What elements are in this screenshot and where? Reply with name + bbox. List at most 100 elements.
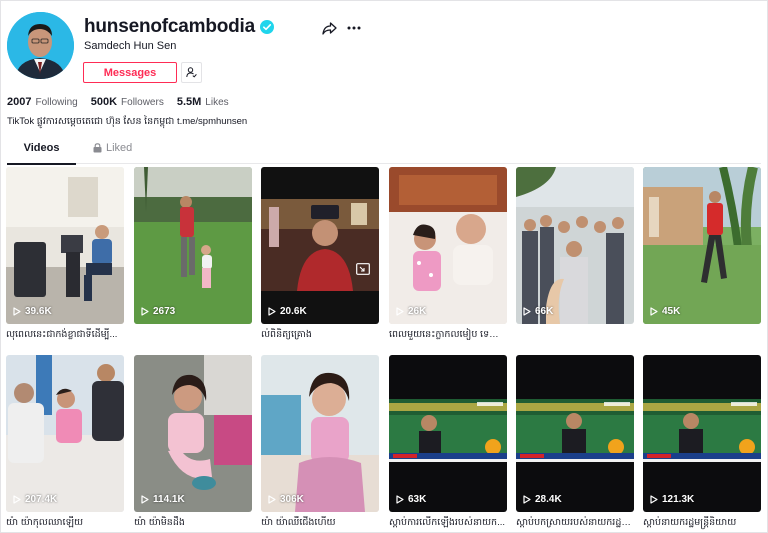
view-count: 39.6K [13, 306, 52, 317]
following-count: 2007 [7, 96, 32, 108]
video-caption[interactable]: ពេលមួយនេះក្លាកលមៀប ទេស ពិតុ... [389, 328, 507, 342]
view-count: 63K [396, 494, 426, 505]
video-caption[interactable]: យ៉ា យ៉ាកុលឈាឡើយ [6, 516, 124, 530]
share-icon[interactable] [322, 21, 337, 36]
video-thumbnail-image [134, 167, 252, 324]
video-card[interactable]: 207.4K យ៉ា យ៉ាកុលឈាឡើយ [6, 355, 124, 530]
video-thumbnail[interactable]: 2673 [134, 167, 252, 324]
view-count: 28.4K [523, 494, 562, 505]
play-icon [650, 495, 658, 504]
video-caption[interactable]: ល់ពិនិត្យគ្រោង [261, 328, 379, 342]
video-thumbnail[interactable]: 26K [389, 167, 507, 324]
view-count-value: 114.1K [153, 494, 185, 505]
video-thumbnail-image [389, 167, 507, 324]
play-icon [396, 307, 404, 316]
video-caption[interactable]: យ៉ា យ៉ាឈឺជើងហើយ [261, 516, 379, 530]
video-card[interactable]: 20.6K ល់ពិនិត្យគ្រោង [261, 167, 379, 342]
video-thumbnail-image [6, 355, 124, 512]
view-count-value: 39.6K [25, 306, 52, 317]
video-card[interactable]: 28.4K ស្តាប់បកស្រាយរបស់នាយករដ្ឋម... [516, 355, 634, 530]
followers-stat[interactable]: 500K Followers [91, 96, 164, 108]
play-icon [141, 495, 149, 504]
view-count-value: 207.4K [25, 494, 58, 505]
video-thumbnail[interactable]: 121.3K [643, 355, 761, 512]
following-stat[interactable]: 2007 Following [7, 96, 78, 108]
username-row: hunsenofcambodia [84, 16, 274, 38]
tab-liked[interactable]: Liked [93, 142, 132, 164]
view-count: 20.6K [268, 306, 307, 317]
video-caption[interactable]: យ៉ា យ៉ាមិនដឹង [134, 516, 252, 530]
video-thumbnail[interactable]: 63K [389, 355, 507, 512]
video-thumbnail[interactable]: 114.1K [134, 355, 252, 512]
view-count: 207.4K [13, 494, 57, 505]
video-thumbnail[interactable]: 20.6K [261, 167, 379, 324]
video-thumbnail[interactable]: 66K [516, 167, 634, 324]
video-card[interactable]: 2673 [134, 167, 252, 328]
more-options-icon[interactable] [346, 20, 362, 36]
view-count-value: 2673 [153, 306, 176, 317]
view-count-value: 63K [408, 494, 427, 505]
tab-videos-label: Videos [23, 142, 60, 154]
view-count: 306K [268, 494, 304, 505]
video-thumbnail-image [261, 355, 379, 512]
video-thumbnail-image [516, 355, 634, 512]
video-card[interactable]: 45K [643, 167, 761, 328]
username: hunsenofcambodia [84, 16, 255, 37]
bio: TikTok ផ្លូវការសម្តេចតេជោ ហ៊ុន សែន នៃកម្… [7, 116, 248, 127]
video-thumbnail[interactable]: 306K [261, 355, 379, 512]
play-icon [13, 495, 21, 504]
video-card[interactable]: 63K ស្តាប់ការលើកឡើងរបស់នាយក... [389, 355, 507, 530]
view-count: 121.3K [650, 494, 694, 505]
profile-stats: 2007 Following 500K Followers 5.5M Likes [7, 96, 242, 108]
verified-badge-icon [259, 20, 274, 34]
play-icon [13, 307, 21, 316]
play-icon [141, 307, 149, 316]
likes-stat: 5.5M Likes [177, 96, 229, 108]
view-count: 26K [396, 306, 426, 317]
display-name: Samdech Hun Sen [84, 40, 177, 52]
view-count-value: 28.4K [535, 494, 562, 505]
lock-icon [93, 143, 102, 153]
play-icon [268, 307, 276, 316]
video-thumbnail[interactable]: 45K [643, 167, 761, 324]
view-count-value: 121.3K [662, 494, 695, 505]
video-thumbnail-image [643, 355, 761, 512]
view-count: 2673 [141, 306, 175, 317]
video-caption[interactable]: ស្តាប់នាយករដ្ឋមន្ត្រីនិយាយ [643, 516, 761, 530]
video-thumbnail-image [389, 355, 507, 512]
video-caption[interactable]: ស្តាប់ការលើកឡើងរបស់នាយក... [389, 516, 507, 530]
video-thumbnail-image [134, 355, 252, 512]
video-card[interactable]: 121.3K ស្តាប់នាយករដ្ឋមន្ត្រីនិយាយ [643, 355, 761, 530]
view-count: 45K [650, 306, 680, 317]
tab-liked-label: Liked [106, 142, 133, 154]
video-card[interactable]: 26K ពេលមួយនេះក្លាកលមៀប ទេស ពិតុ... [389, 167, 507, 342]
picture-in-picture-icon [356, 263, 370, 275]
video-thumbnail-image [6, 167, 124, 324]
avatar[interactable] [7, 12, 74, 79]
tab-videos[interactable]: Videos [7, 142, 76, 165]
view-count-value: 66K [535, 306, 554, 317]
video-card[interactable]: 306K យ៉ា យ៉ាឈឺជើងហើយ [261, 355, 379, 530]
unfollow-button[interactable] [181, 62, 202, 83]
video-caption[interactable]: ស្តាប់បកស្រាយរបស់នាយករដ្ឋម... [516, 516, 634, 530]
likes-count: 5.5M [176, 96, 202, 108]
user-check-icon [186, 67, 197, 78]
video-thumbnail-image [643, 167, 761, 324]
followers-label: Followers [121, 97, 164, 108]
view-count-value: 45K [662, 306, 681, 317]
messages-button[interactable]: Messages [83, 62, 177, 83]
video-thumbnail[interactable]: 207.4K [6, 355, 124, 512]
play-icon [396, 495, 404, 504]
view-count: 66K [523, 306, 553, 317]
avatar-image [7, 12, 74, 79]
view-count-value: 20.6K [280, 306, 307, 317]
video-thumbnail[interactable]: 28.4K [516, 355, 634, 512]
video-card[interactable]: 66K [516, 167, 634, 328]
video-caption[interactable]: លុពេលនេះជាកង់ខ្លាជាទីដើម្បី... [6, 328, 124, 342]
play-icon [523, 307, 531, 316]
video-card[interactable]: 39.6K លុពេលនេះជាកង់ខ្លាជាទីដើម្បី... [6, 167, 124, 342]
video-card[interactable]: 114.1K យ៉ា យ៉ាមិនដឹង [134, 355, 252, 530]
profile-tabs: Videos Liked [7, 142, 761, 165]
video-thumbnail[interactable]: 39.6K [6, 167, 124, 324]
play-icon [650, 307, 658, 316]
